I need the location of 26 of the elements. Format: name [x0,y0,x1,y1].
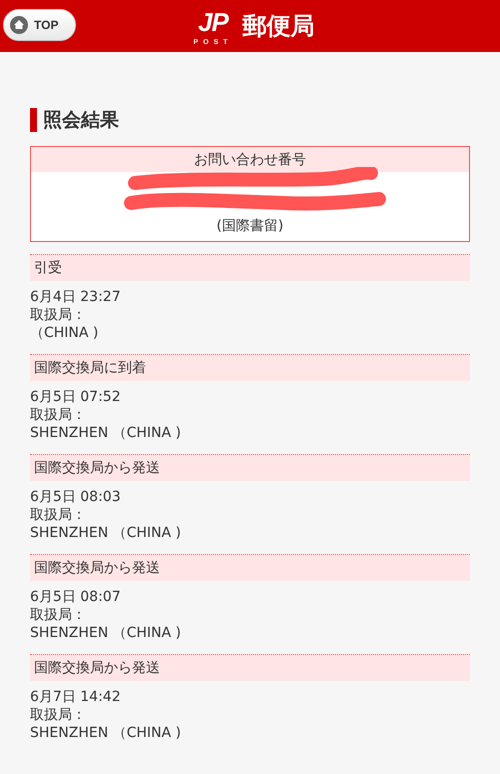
office-label: 取扱局： [30,706,87,724]
office-name: SHENZHEN （CHINA ) [30,724,182,742]
event-status: 国際交換局から発送 [30,654,470,681]
inquiry-label: お問い合わせ番号 [31,147,469,172]
event-status: 国際交換局から発送 [30,554,470,581]
event-datetime: 6月5日 07:52 [30,388,122,406]
site-title: 郵便局 [242,11,315,42]
section-heading: 照会結果 [30,108,470,132]
event-datetime: 6月5日 08:07 [30,588,122,606]
event-datetime: 6月7日 14:42 [30,688,122,706]
home-icon [10,16,28,34]
event-status: 国際交換局から発送 [30,454,470,481]
event-status: 国際交換局に到着 [30,354,470,381]
event-status: 引受 [30,254,470,281]
office-name: SHENZHEN （CHINA ) [30,424,182,442]
office-name: SHENZHEN （CHINA ) [30,624,182,642]
office-label: 取扱局： [30,406,87,424]
top-button[interactable]: TOP [3,9,76,41]
event-datetime: 6月4日 23:27 [30,288,122,306]
event-datetime: 6月5日 08:03 [30,488,122,506]
office-label: 取扱局： [30,506,87,524]
office-label: 取扱局： [30,306,87,324]
mail-type: (国際書留) [216,217,284,235]
office-name: （CHINA ) [30,324,100,342]
office-name: SHENZHEN （CHINA ) [30,524,182,542]
office-label: 取扱局： [30,606,87,624]
